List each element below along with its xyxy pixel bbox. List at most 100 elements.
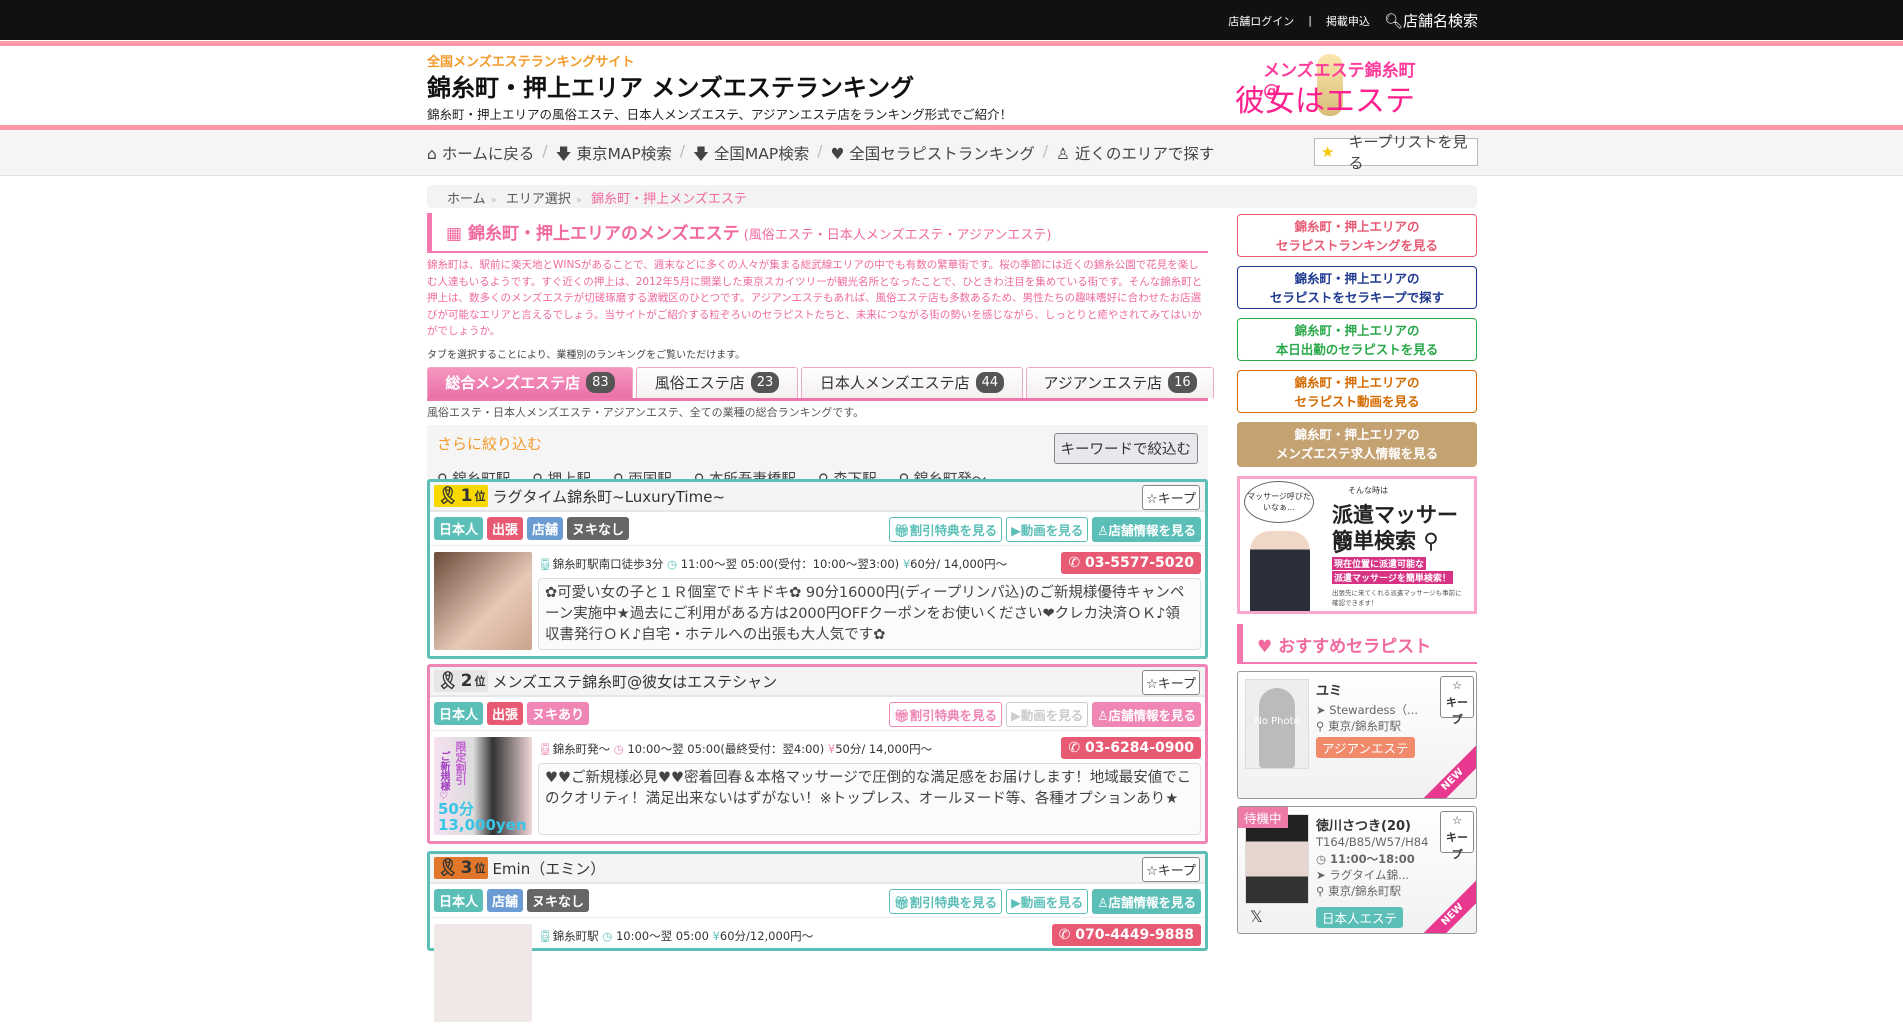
therapist-area: 東京/錦糸町駅 bbox=[1328, 719, 1401, 733]
clock-icon: ◷ bbox=[613, 742, 624, 756]
video-button[interactable]: ▶動画を見る bbox=[1006, 889, 1089, 914]
banner-man-image bbox=[1250, 531, 1310, 611]
new-badge: NEW bbox=[1415, 742, 1476, 798]
store-search-label: 店舗名検索 bbox=[1402, 12, 1478, 30]
tab-label: 日本人メンズエステ店 bbox=[819, 374, 970, 392]
therapist-shop[interactable]: ラグタイム錦... bbox=[1329, 868, 1409, 882]
phone-button[interactable]: ✆ 070-4449-9888 bbox=[1051, 924, 1201, 946]
divider: | bbox=[1308, 14, 1312, 27]
shop-thumbnail[interactable] bbox=[434, 552, 532, 650]
shop-tag: 出張 bbox=[487, 702, 524, 725]
nav-nearby[interactable]: ♙ 近くのエリアで探す bbox=[1056, 142, 1214, 169]
main-nav: ⌂ ホームに戻る / 🡇 東京MAP検索 / 🡇 全国MAP検索 / ♥ 全国セラピス… bbox=[0, 130, 1903, 176]
shop-tag: 店舗 bbox=[487, 889, 524, 912]
sidebar-link[interactable]: 錦糸町・押上エリアの メンズエステ求人情報を見る bbox=[1237, 422, 1477, 467]
play-icon: ▶ bbox=[1011, 708, 1021, 723]
store-info-button[interactable]: ♙店舗情報を見る bbox=[1092, 517, 1201, 542]
therapist-name: ユミ bbox=[1316, 684, 1343, 699]
home-icon: ⌂ bbox=[427, 145, 442, 163]
nav-therapist-ranking[interactable]: ♥ 全国セラピストランキング bbox=[830, 142, 1034, 169]
sidebar-link[interactable]: 錦糸町・押上エリアの セラピストをセラキープで探す bbox=[1237, 266, 1477, 309]
site-header: 全国メンズエステランキングサイト 錦糸町・押上エリア メンズエステランキング 錦… bbox=[0, 46, 1903, 163]
sidebar-link[interactable]: 錦糸町・押上エリアの セラピスト動画を見る bbox=[1237, 370, 1477, 413]
store-info-button[interactable]: ♙店舗情報を見る bbox=[1092, 702, 1201, 727]
phone-number: 070-4449-9888 bbox=[1075, 927, 1194, 943]
keyword-filter-button[interactable]: キーワードで絞込む bbox=[1053, 432, 1198, 464]
new-badge: NEW bbox=[1415, 877, 1476, 933]
keep-button[interactable]: ☆キープ bbox=[1142, 857, 1200, 882]
nav-tokyo-map[interactable]: 🡇 東京MAP検索 bbox=[556, 142, 672, 169]
therapist-card[interactable]: 待機中 𝕏 徳川さつき(20) T164/B85/W57/H84 ◷ 11:00… bbox=[1237, 806, 1477, 934]
store-info-button[interactable]: ♙店舗情報を見る bbox=[1092, 889, 1201, 914]
link-line: 錦糸町・押上エリアの bbox=[1294, 271, 1420, 286]
clock-icon: ◷ bbox=[667, 557, 678, 571]
shop-card: 🎗︎ 2 位 メンズエステ錦糸町@彼女はエステシャン ☆キープ 日本人 出張 ヌキあり … bbox=[427, 664, 1208, 844]
keep-button[interactable]: ☆キープ bbox=[1440, 676, 1474, 726]
therapist-hours: 11:00～18:00 bbox=[1330, 852, 1415, 866]
breadcrumb-area[interactable]: エリア選択 bbox=[506, 192, 571, 207]
video-button[interactable]: ▶動画を見る bbox=[1006, 702, 1089, 727]
person-icon: ♙ bbox=[1097, 895, 1109, 910]
rank-badge: 🎗︎ 1 位 bbox=[434, 485, 489, 507]
shop-name[interactable]: ラグタイム錦糸町~LuxuryTime~ bbox=[492, 486, 725, 507]
person-icon: ♙ bbox=[1097, 523, 1109, 538]
page-title: 錦糸町・押上エリア メンズエステランキング bbox=[427, 74, 915, 102]
therapist-tag: アジアンエステ bbox=[1316, 737, 1415, 758]
map-pin-icon: ⚲ bbox=[1316, 719, 1329, 733]
shop-hours: 10:00～翌 05:00(最終受付：翌4:00) bbox=[627, 742, 825, 756]
keep-button[interactable]: ☆キープ bbox=[1142, 485, 1200, 510]
therapist-shop[interactable]: Stewardess（... bbox=[1329, 703, 1418, 717]
button-label: 割引特典を見る bbox=[909, 895, 998, 910]
store-search-link[interactable]: 🔍︎店舗名検索 bbox=[1384, 10, 1478, 31]
thumb-text: 限定割引 bbox=[454, 741, 467, 785]
sidebar-link[interactable]: 錦糸町・押上エリアの セラピストランキングを見る bbox=[1237, 214, 1477, 257]
shop-name[interactable]: Emin（エミン） bbox=[492, 858, 605, 879]
thumb-text: 13,000yen bbox=[438, 816, 527, 834]
nav-japan-map[interactable]: 🡇 全国MAP検索 bbox=[693, 142, 809, 169]
rank-suffix: 位 bbox=[474, 862, 486, 875]
shop-card: 🎗︎ 1 位 ラグタイム錦糸町~LuxuryTime~ ☆キープ 日本人 出張 店舗 ヌキ… bbox=[427, 479, 1208, 659]
dispatch-search-banner[interactable]: マッサージ呼びたいなぁ… そんな時は 派遣マッサージ 簡単検索 ⚲ 現在位置に派… bbox=[1237, 476, 1477, 614]
shop-thumbnail[interactable]: ご新規様♡ 限定割引 50分 13,000yen bbox=[434, 737, 532, 835]
therapist-tag: 日本人エステ bbox=[1316, 907, 1404, 928]
train-icon: 🚆︎ bbox=[538, 557, 553, 571]
link-line: 錦糸町・押上エリアの bbox=[1294, 219, 1420, 234]
store-login-link[interactable]: 店舗ログイン bbox=[1228, 13, 1294, 29]
filter-title: さらに絞り込む bbox=[437, 434, 543, 453]
video-button[interactable]: ▶動画を見る bbox=[1006, 517, 1089, 542]
shop-logo-banner[interactable]: メンズエステ錦糸町@ 彼女はエステシャン bbox=[1235, 54, 1420, 163]
shop-hours: 11:00～翌 05:00(受付：10:00～翌3:00) bbox=[680, 557, 900, 571]
phone-icon: ✆ bbox=[1068, 740, 1085, 756]
tab-all[interactable]: 総合メンズエステ店 83 bbox=[427, 366, 633, 398]
discount-button[interactable]: 🎁︎割引特典を見る bbox=[888, 517, 1003, 542]
tab-count: 83 bbox=[586, 372, 615, 393]
keep-button[interactable]: ☆キープ bbox=[1142, 670, 1200, 695]
x-social-icon[interactable]: 𝕏 bbox=[1250, 907, 1263, 926]
discount-button[interactable]: 🎁︎割引特典を見る bbox=[888, 702, 1003, 727]
shop-name[interactable]: メンズエステ錦糸町@彼女はエステシャン bbox=[492, 671, 777, 692]
button-label: 店舗情報を見る bbox=[1108, 708, 1196, 723]
phone-button[interactable]: ✆ 03-6284-0900 bbox=[1061, 737, 1201, 759]
breadcrumb-home[interactable]: ホーム bbox=[447, 192, 486, 207]
discount-button[interactable]: 🎁︎割引特典を見る bbox=[888, 889, 1003, 914]
apply-link[interactable]: 掲載申込 bbox=[1326, 13, 1370, 29]
sidebar-link[interactable]: 錦糸町・押上エリアの 本日出勤のセラピストを見る bbox=[1237, 318, 1477, 361]
button-label: 割引特典を見る bbox=[909, 523, 998, 538]
shop-tag: 店舗 bbox=[527, 517, 564, 540]
therapist-card[interactable]: No Photo ユミ ➤ Stewardess（... ⚲ 東京/錦糸町駅 ア… bbox=[1237, 671, 1477, 799]
train-icon: 🚆︎ bbox=[538, 929, 553, 943]
shop-thumbnail[interactable] bbox=[434, 924, 532, 1022]
tab-japanese[interactable]: 日本人メンズエステ店 44 bbox=[801, 366, 1023, 398]
rank-number: 2 bbox=[460, 671, 473, 691]
phone-button[interactable]: ✆ 03-5577-5020 bbox=[1061, 552, 1201, 574]
tab-asian[interactable]: アジアンエステ店 16 bbox=[1026, 366, 1214, 398]
tab-fuzoku[interactable]: 風俗エステ店 23 bbox=[636, 366, 798, 398]
keep-list-button[interactable]: ★ キープリストを見る bbox=[1314, 133, 1478, 172]
tab-description: 風俗エステ・日本人メンズエステ・アジアンエステ、全ての業種の総合ランキングです。 bbox=[427, 405, 865, 419]
keep-button[interactable]: ☆キープ bbox=[1440, 811, 1474, 861]
location-arrow-icon: ➤ bbox=[1316, 703, 1330, 717]
shop-tag: ヌキあり bbox=[527, 702, 590, 725]
button-label: 割引特典を見る bbox=[909, 708, 998, 723]
thumb-text: ご新規様♡ bbox=[438, 751, 449, 802]
nav-home[interactable]: ⌂ ホームに戻る bbox=[427, 142, 534, 169]
